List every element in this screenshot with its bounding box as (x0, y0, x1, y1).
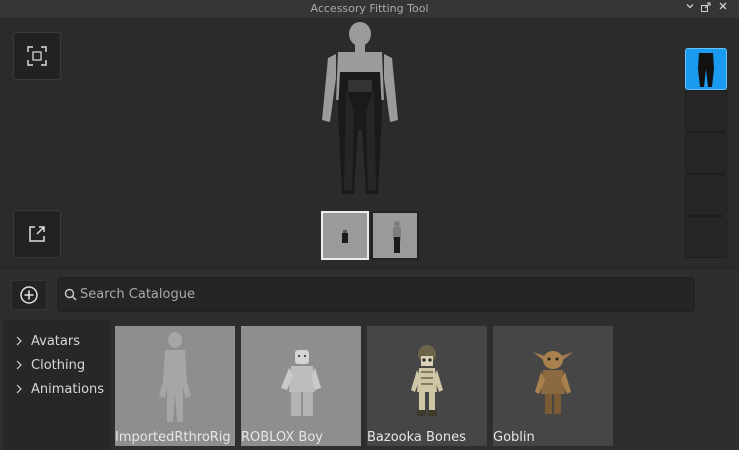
frame-icon (27, 46, 47, 66)
accessory-slot-5[interactable] (685, 216, 727, 258)
category-tree: Avatars Clothing Animations (3, 320, 111, 450)
add-button[interactable] (11, 280, 47, 310)
catalog-item-goblin[interactable]: Goblin (493, 326, 613, 446)
catalog-item-label: Bazooka Bones (367, 430, 466, 445)
dock-icon[interactable] (699, 1, 713, 15)
tree-item-label: Clothing (31, 357, 86, 373)
accessory-slot-2[interactable] (685, 90, 727, 132)
accessory-slot-1[interactable] (685, 48, 727, 90)
close-icon[interactable] (716, 1, 730, 15)
search-box[interactable] (57, 277, 695, 312)
open-external-button[interactable] (13, 210, 61, 258)
tree-item-clothing[interactable]: Clothing (15, 354, 85, 376)
chevron-right-icon (15, 360, 27, 370)
tree-item-animations[interactable]: Animations (15, 378, 104, 400)
catalog-item-label: ImportedRthroRig (115, 430, 231, 445)
add-circle-icon (20, 286, 38, 304)
avatar-preview (322, 22, 398, 194)
pants-icon (698, 53, 714, 87)
search-icon (64, 288, 77, 301)
catalog-item-label: Goblin (493, 430, 535, 445)
title-bar: Accessory Fitting Tool (0, 0, 739, 18)
external-link-icon (29, 226, 45, 242)
goblin-thumbnail (533, 351, 573, 414)
focus-frame-button[interactable] (13, 32, 61, 80)
catalog-item-roblox-boy[interactable]: ROBLOX Boy (241, 326, 361, 446)
tree-item-label: Animations (31, 381, 105, 397)
bazooka-bones-thumbnail (411, 345, 443, 416)
tree-item-label: Avatars (31, 333, 80, 349)
accessory-slot-4[interactable] (685, 174, 727, 216)
catalog-item-label: ROBLOX Boy (241, 430, 323, 445)
rthro-rig-thumbnail (159, 332, 191, 422)
chevron-down-icon[interactable] (683, 1, 697, 15)
search-toolbar (0, 268, 739, 320)
preview-thumbnail-avatar[interactable] (371, 211, 419, 260)
chevron-right-icon (15, 336, 27, 346)
preview-viewport[interactable] (0, 18, 739, 268)
catalog-item-bazooka-bones[interactable]: Bazooka Bones (367, 326, 487, 446)
catalog-browser: Avatars Clothing Animations ImportedRthr… (0, 320, 739, 450)
chevron-right-icon (15, 384, 27, 394)
accessory-slot-3[interactable] (685, 132, 727, 174)
catalog-item-imported-rthro-rig[interactable]: ImportedRthroRig (115, 326, 235, 446)
preview-thumbnail-pants[interactable] (321, 211, 369, 260)
roblox-boy-thumbnail (281, 350, 321, 416)
tree-item-avatars[interactable]: Avatars (15, 330, 80, 352)
search-input[interactable] (80, 278, 680, 311)
window-title: Accessory Fitting Tool (310, 2, 429, 15)
